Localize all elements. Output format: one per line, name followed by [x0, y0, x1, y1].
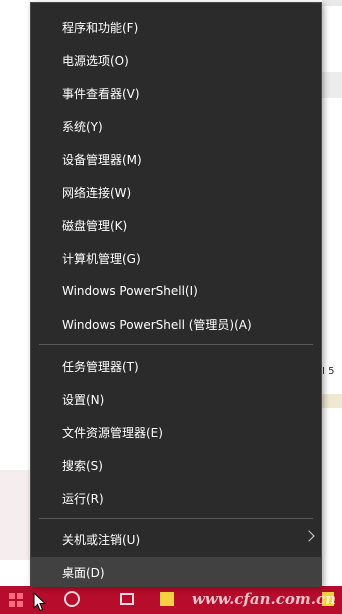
menu-item-computer-management[interactable]: 计算机管理(G) — [31, 243, 321, 273]
menu-item-label: 磁盘管理(K) — [62, 218, 128, 233]
menu-separator — [39, 344, 313, 345]
menu-item-label: 程序和功能(F) — [62, 20, 139, 35]
menu-item-label: 事件查看器(V) — [62, 86, 140, 101]
menu-item-label: 设备管理器(M) — [62, 152, 142, 167]
chevron-right-icon — [303, 530, 315, 542]
desktop-background-tint — [0, 470, 30, 560]
menu-item-run[interactable]: 运行(R) — [31, 483, 321, 513]
task-view-icon[interactable] — [120, 593, 134, 605]
menu-item-desktop[interactable]: 桌面(D) — [31, 557, 321, 587]
menu-item-event-viewer[interactable]: 事件查看器(V) — [31, 78, 321, 108]
start-button[interactable] — [0, 586, 32, 614]
mouse-cursor-icon — [33, 592, 47, 612]
menu-item-programs-features[interactable]: 程序和功能(F) — [31, 12, 321, 42]
menu-item-file-explorer[interactable]: 文件资源管理器(E) — [31, 417, 321, 447]
background-window-highlight — [322, 394, 342, 408]
menu-item-label: 任务管理器(T) — [62, 359, 139, 374]
menu-item-power-options[interactable]: 电源选项(O) — [31, 45, 321, 75]
menu-item-powershell[interactable]: Windows PowerShell(I) — [31, 276, 321, 306]
menu-item-task-manager[interactable]: 任务管理器(T) — [31, 351, 321, 381]
menu-item-search[interactable]: 搜索(S) — [31, 450, 321, 480]
menu-item-label: 电源选项(O) — [62, 53, 129, 68]
background-window-band — [322, 72, 342, 98]
watermark: www.cfan.com.cn — [191, 590, 336, 608]
menu-item-system[interactable]: 系统(Y) — [31, 111, 321, 141]
menu-item-label: 运行(R) — [62, 491, 104, 506]
menu-item-disk-management[interactable]: 磁盘管理(K) — [31, 210, 321, 240]
menu-item-label: Windows PowerShell (管理员)(A) — [62, 317, 252, 332]
menu-item-shutdown-signout[interactable]: 关机或注销(U) — [31, 524, 321, 554]
menu-item-label: 设置(N) — [62, 392, 105, 407]
menu-item-label: 网络连接(W) — [62, 185, 132, 200]
menu-item-powershell-admin[interactable]: Windows PowerShell (管理员)(A) — [31, 309, 321, 339]
menu-item-label: 系统(Y) — [62, 119, 103, 134]
menu-item-network-connections[interactable]: 网络连接(W) — [31, 177, 321, 207]
menu-item-label: 文件资源管理器(E) — [62, 425, 163, 440]
menu-item-label: 关机或注销(U) — [62, 532, 141, 547]
winx-context-menu: 程序和功能(F) 电源选项(O) 事件查看器(V) 系统(Y) 设备管理器(M)… — [30, 2, 322, 587]
search-icon[interactable] — [64, 591, 80, 607]
menu-separator — [39, 518, 313, 519]
menu-item-label: 计算机管理(G) — [62, 251, 141, 266]
menu-item-label: 桌面(D) — [62, 565, 105, 580]
background-window-text: I 5 — [322, 366, 335, 377]
menu-item-label: 搜索(S) — [62, 458, 103, 473]
menu-item-device-manager[interactable]: 设备管理器(M) — [31, 144, 321, 174]
file-explorer-icon[interactable] — [160, 592, 174, 606]
menu-item-label: Windows PowerShell(I) — [62, 284, 198, 298]
menu-item-settings[interactable]: 设置(N) — [31, 384, 321, 414]
windows-logo-icon — [9, 593, 23, 607]
background-window-edge — [322, 0, 342, 6]
